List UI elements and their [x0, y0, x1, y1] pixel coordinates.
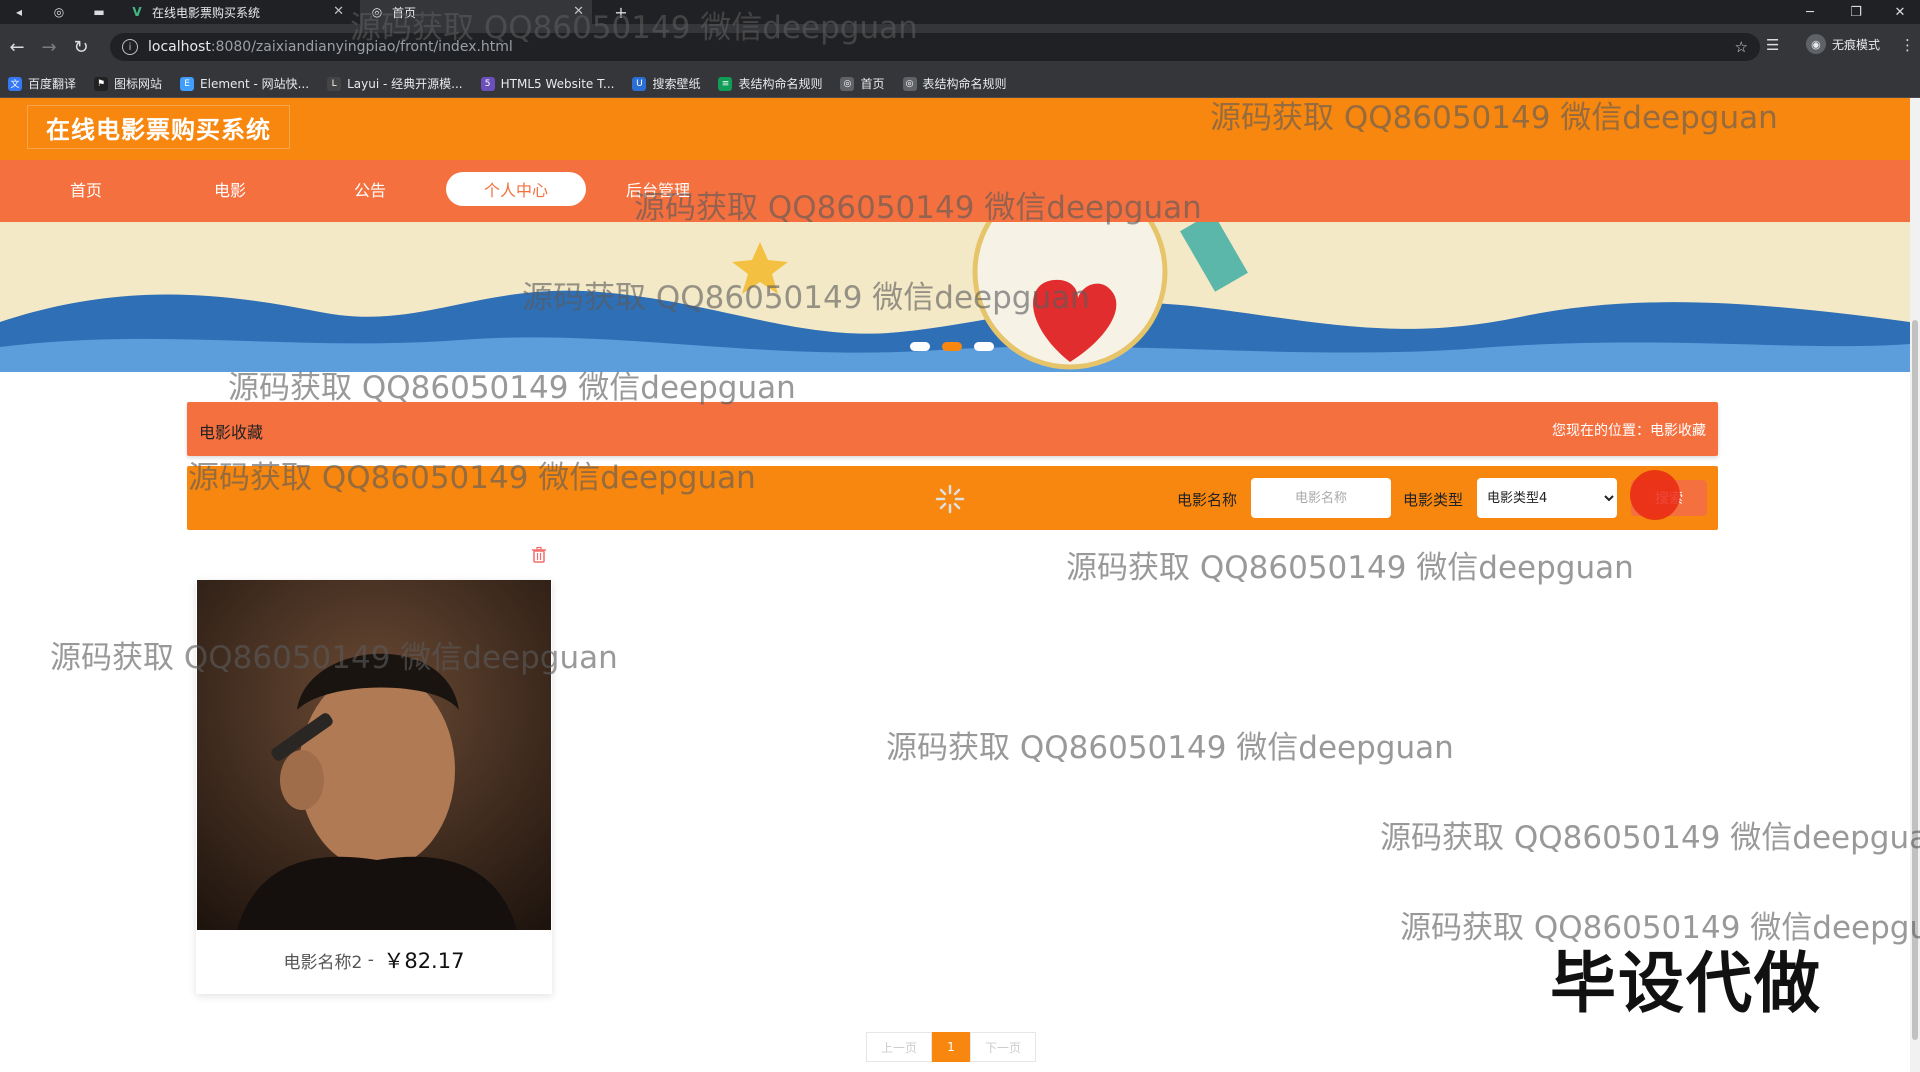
movie-poster[interactable]: [197, 580, 551, 930]
main-nav: 首页 电影 公告 个人中心 后台管理: [0, 160, 1910, 222]
caption-separator: -: [362, 950, 380, 970]
browser-tab-active[interactable]: ◎ 首页 ✕: [360, 0, 592, 24]
bookmark-item[interactable]: ◎ 首页: [840, 75, 885, 92]
wallpaper-icon: U: [632, 76, 647, 91]
profile-label: 无痕模式: [1831, 37, 1880, 52]
url-path: :8080/zaixiandianyingpiao/front/index.ht…: [210, 39, 513, 55]
tab-title: 在线电影票购买系统: [152, 5, 261, 20]
section-header: 电影收藏 您现在的位置：电影收藏: [187, 402, 1718, 456]
prev-page-button[interactable]: 上一页: [866, 1032, 932, 1062]
close-window-icon[interactable]: ✕: [1880, 0, 1920, 24]
new-tab-icon[interactable]: +: [612, 3, 630, 22]
movie-name-input[interactable]: [1251, 478, 1391, 518]
info-icon[interactable]: i: [122, 39, 138, 55]
movie-name: 电影名称2: [283, 952, 363, 973]
nav-personal-center[interactable]: 个人中心: [446, 172, 586, 206]
movie-type-select[interactable]: 电影类型4: [1477, 478, 1617, 518]
bookmark-item[interactable]: ≡ 表结构命名规则: [718, 75, 822, 92]
watermark-text: 源码获取 QQ86050149 微信deepguan: [1380, 820, 1920, 856]
favorite-movie-card[interactable]: 电影名称2 - ￥82.17: [196, 580, 552, 994]
bookmark-item[interactable]: L Layui - 经典开源模...: [327, 75, 463, 92]
loading-spinner-icon: [935, 484, 965, 514]
movie-poster-image: [197, 580, 551, 930]
click-highlight: [1630, 470, 1680, 520]
site-logo[interactable]: 在线电影票购买系统: [28, 106, 289, 148]
restore-icon[interactable]: ❐: [1836, 0, 1876, 24]
close-tab-icon[interactable]: ✕: [333, 4, 344, 19]
globe-icon[interactable]: ◎: [50, 3, 68, 21]
breadcrumb: 您现在的位置：电影收藏: [1552, 423, 1706, 439]
bookmark-item[interactable]: ◎ 表结构命名规则: [902, 75, 1007, 92]
speaker-icon[interactable]: ◂: [10, 3, 28, 21]
back-icon[interactable]: ←: [6, 36, 28, 58]
carousel-dot[interactable]: [910, 342, 930, 351]
bookmark-item[interactable]: U 搜索壁纸: [632, 75, 700, 92]
tab-title: 首页: [392, 5, 417, 20]
delete-icon[interactable]: [530, 546, 548, 564]
movie-caption: 电影名称2 - ￥82.17: [196, 940, 552, 980]
nav-admin[interactable]: 后台管理: [588, 172, 728, 206]
promo-stamp: 毕设代做: [1550, 945, 1822, 1022]
element-icon: E: [180, 76, 195, 91]
forward-icon[interactable]: →: [38, 36, 60, 58]
browser-tab-strip: ◂ ◎ ▬ V 在线电影票购买系统 ✕ ◎ 首页 ✕ + ─ ❐ ✕: [0, 0, 1920, 24]
pagination: 上一页 1 下一页: [866, 1032, 1036, 1062]
url-host: localhost: [148, 39, 211, 55]
reload-icon[interactable]: ↻: [70, 36, 92, 58]
minimize-icon[interactable]: ─: [1790, 0, 1830, 24]
movie-type-label: 电影类型: [1403, 491, 1464, 509]
section-title: 电影收藏: [199, 423, 264, 442]
bookmark-item[interactable]: ⚑ 图标网站: [94, 75, 162, 92]
search-form: 电影名称 电影类型 电影类型4 搜索: [187, 466, 1718, 530]
translate-icon: 文: [8, 76, 22, 91]
browser-tab[interactable]: V 在线电影票购买系统 ✕: [120, 0, 352, 24]
watermark-text: 源码获取 QQ86050149 微信deepguan: [886, 730, 1454, 766]
nav-movies[interactable]: 电影: [160, 172, 300, 206]
next-page-button[interactable]: 下一页: [970, 1032, 1036, 1062]
bookmark-star-icon[interactable]: ☆: [1735, 38, 1748, 56]
reading-list-icon[interactable]: ☰: [1766, 36, 1779, 54]
carousel-dot-active[interactable]: [942, 342, 962, 351]
bookmark-item[interactable]: E Element - 网站快...: [180, 75, 309, 92]
layui-icon: L: [327, 76, 342, 91]
carousel-dot[interactable]: [974, 342, 994, 351]
bookmark-item[interactable]: 5 HTML5 Website T...: [480, 76, 614, 91]
menu-dots-icon[interactable]: ⋮: [1900, 36, 1915, 54]
globe-icon: ◎: [902, 76, 917, 91]
page-number-current[interactable]: 1: [932, 1032, 970, 1062]
globe-icon: ◎: [371, 5, 383, 19]
bookmark-item[interactable]: 文百度翻译: [8, 75, 76, 92]
window-icon[interactable]: ▬: [90, 3, 108, 21]
close-tab-icon[interactable]: ✕: [573, 4, 584, 19]
html5-icon: 5: [480, 76, 495, 91]
bookmarks-bar: 文百度翻译 ⚑ 图标网站 E Element - 网站快... L Layui - 经…: [0, 70, 1920, 98]
incognito-profile[interactable]: ◉ 无痕模式: [1805, 34, 1880, 54]
incognito-icon: ◉: [1805, 34, 1826, 54]
address-bar[interactable]: i localhost:8080/zaixiandianyingpiao/fro…: [110, 33, 1760, 61]
flag-icon: ⚑: [94, 76, 109, 91]
movie-name-label: 电影名称: [1177, 491, 1238, 509]
carousel-indicators: [910, 342, 1006, 351]
site-header: 在线电影票购买系统: [0, 98, 1910, 160]
scrollbar-thumb[interactable]: [1912, 320, 1918, 1040]
globe-icon: ◎: [840, 76, 855, 91]
sheet-icon: ≡: [718, 76, 733, 91]
vue-icon: V: [132, 5, 142, 19]
nav-home[interactable]: 首页: [16, 172, 156, 206]
address-toolbar: ← → ↻ i localhost:8080/zaixiandianyingpi…: [0, 24, 1920, 70]
watermark-text: 源码获取 QQ86050149 微信deepguan: [1066, 550, 1634, 586]
movie-price: ￥82.17: [383, 949, 465, 973]
nav-notices[interactable]: 公告: [300, 172, 440, 206]
